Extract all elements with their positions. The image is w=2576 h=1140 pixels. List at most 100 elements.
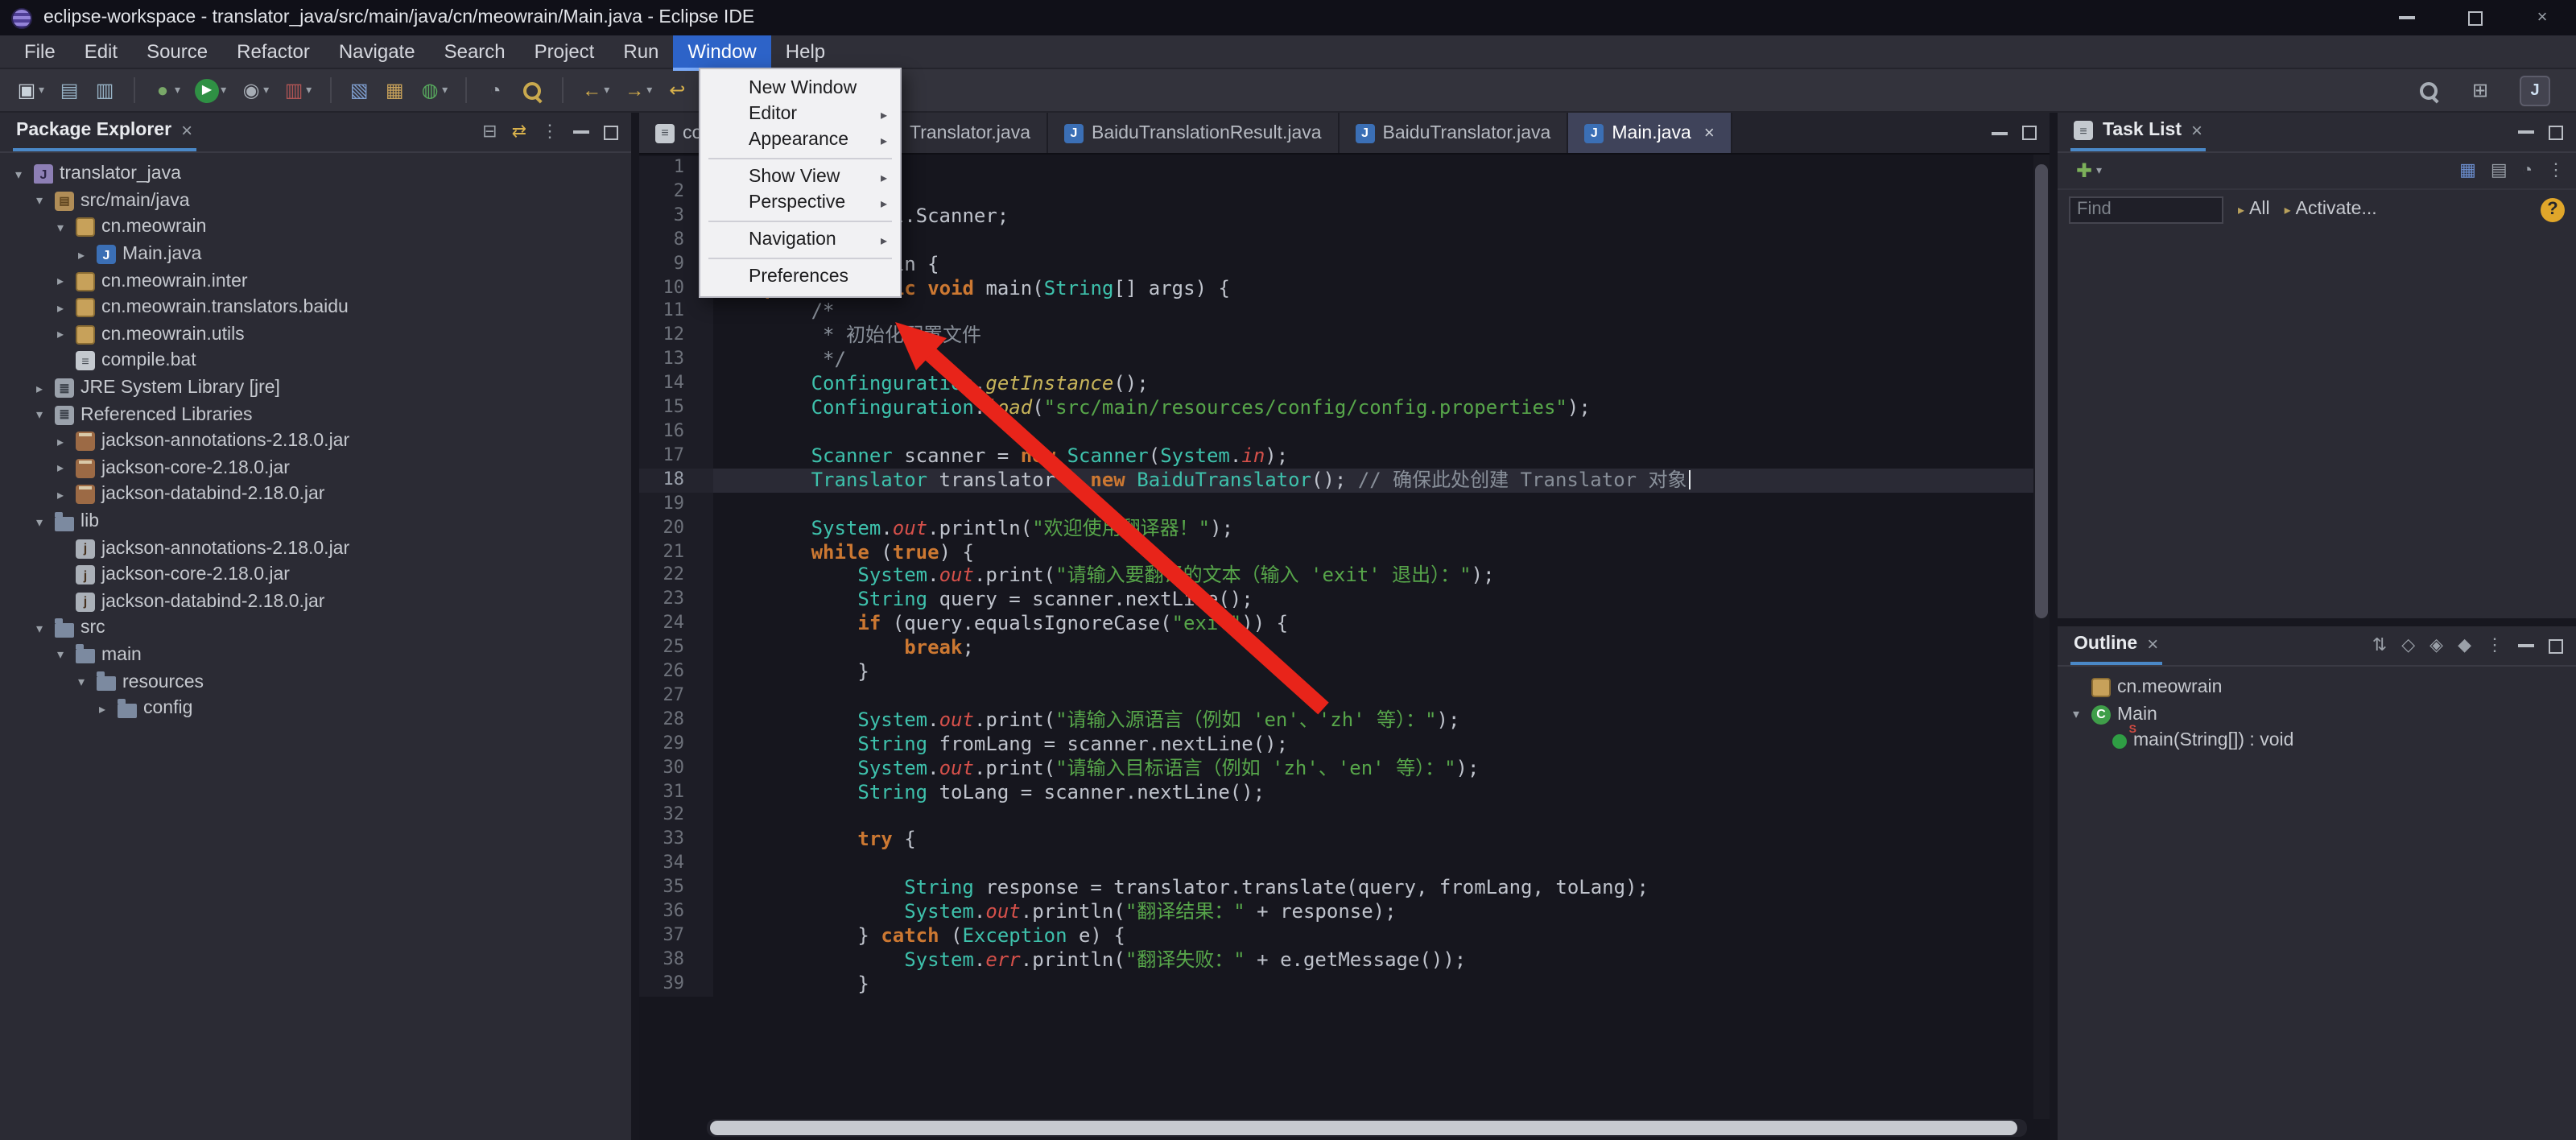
code-line[interactable]: 27 bbox=[639, 684, 2050, 708]
sort-button[interactable]: ⇅ bbox=[2372, 637, 2387, 655]
new-wizard-button[interactable]: ▣▾ bbox=[11, 77, 49, 103]
expand-arrow-icon[interactable]: ▾ bbox=[10, 167, 27, 182]
maximize-view-button[interactable] bbox=[604, 125, 618, 139]
menu-item-show-view[interactable]: Show View▸ bbox=[700, 164, 900, 190]
filter-all-button[interactable]: ▸ All bbox=[2238, 200, 2270, 219]
package-explorer-item[interactable]: ▾cn.meowrain bbox=[0, 214, 631, 241]
editor-horizontal-scrollbar[interactable] bbox=[707, 1119, 2027, 1137]
outline-item[interactable]: main(String[]) : void bbox=[2058, 728, 2576, 754]
menu-item-appearance[interactable]: Appearance▸ bbox=[700, 127, 900, 153]
package-explorer-item[interactable]: ▸jackson-databind-2.18.0.jar bbox=[0, 481, 631, 508]
code-line[interactable]: 29 String fromLang = scanner.nextLine(); bbox=[639, 733, 2050, 757]
new-java-project-button[interactable]: ▧ bbox=[344, 77, 374, 103]
save-button[interactable]: ▤ bbox=[54, 77, 85, 103]
focus-on-workweek-button[interactable]: ◔ bbox=[2522, 162, 2533, 180]
menubar-item-edit[interactable]: Edit bbox=[70, 35, 132, 68]
package-explorer-item[interactable]: jackson-annotations-2.18.0.jar bbox=[0, 535, 631, 562]
vertical-sash[interactable] bbox=[631, 113, 639, 1140]
last-edit-location-button[interactable]: ↩ bbox=[662, 77, 692, 103]
menubar-item-refactor[interactable]: Refactor bbox=[222, 35, 324, 68]
open-task-button[interactable]: ◔ bbox=[480, 77, 510, 103]
code-line[interactable]: 22 System.out.print("请输入要翻译的文本（输入 'exit'… bbox=[639, 564, 2050, 589]
menu-item-perspective[interactable]: Perspective▸ bbox=[700, 190, 900, 216]
code-line[interactable]: 11 /* bbox=[639, 300, 2050, 324]
new-task-button[interactable]: ✚▾ bbox=[2069, 158, 2107, 184]
link-with-editor-button[interactable]: ⇄ bbox=[512, 123, 526, 141]
hide-static-members-button[interactable]: ◈ bbox=[2429, 637, 2443, 655]
package-explorer-item[interactable]: ▾src bbox=[0, 615, 631, 642]
collapse-all-button[interactable]: ⊟ bbox=[482, 123, 497, 141]
expand-arrow-icon[interactable]: ▾ bbox=[2067, 708, 2085, 722]
expand-arrow-icon[interactable]: ▾ bbox=[31, 194, 48, 209]
categorized-button[interactable]: ▦ bbox=[2459, 162, 2476, 180]
scheduled-button[interactable]: ▤ bbox=[2491, 162, 2508, 180]
help-icon[interactable]: ? bbox=[2541, 197, 2565, 221]
expand-arrow-icon[interactable]: ▾ bbox=[31, 622, 48, 636]
code-line[interactable]: 35 String response = translator.translat… bbox=[639, 876, 2050, 900]
close-window-button[interactable]: × bbox=[2508, 0, 2576, 35]
package-explorer-item[interactable]: ▸Main.java bbox=[0, 242, 631, 268]
package-explorer-item[interactable]: ▾main bbox=[0, 642, 631, 668]
menubar-item-search[interactable]: Search bbox=[430, 35, 520, 68]
editor-tab-main.java[interactable]: Main.java× bbox=[1568, 113, 1732, 153]
package-explorer-view-tab[interactable]: Package Explorer × bbox=[13, 113, 196, 151]
outline-view-tab[interactable]: Outline × bbox=[2070, 626, 2161, 665]
vertical-sash[interactable] bbox=[2050, 113, 2058, 1140]
code-line[interactable]: 17 Scanner scanner = new Scanner(System.… bbox=[639, 444, 2050, 469]
code-line[interactable]: 25 break; bbox=[639, 636, 2050, 660]
package-explorer-item[interactable]: ▸JRE System Library [jre] bbox=[0, 375, 631, 402]
code-line[interactable]: 16 bbox=[639, 420, 2050, 444]
code-line[interactable]: 38 System.err.println("翻译失败：" + e.getMes… bbox=[639, 948, 2050, 973]
expand-arrow-icon[interactable]: ▸ bbox=[52, 488, 69, 502]
view-menu-button[interactable]: ⋮ bbox=[2547, 162, 2565, 180]
expand-arrow-icon[interactable]: ▸ bbox=[52, 328, 69, 342]
close-view-icon[interactable]: × bbox=[2147, 634, 2158, 654]
maximize-editor-button[interactable] bbox=[2022, 126, 2037, 140]
code-line[interactable]: 39 } bbox=[639, 973, 2050, 997]
close-view-icon[interactable]: × bbox=[2191, 121, 2202, 140]
run-button[interactable]: ▶▾ bbox=[190, 75, 231, 105]
code-line[interactable]: 33 try { bbox=[639, 828, 2050, 853]
expand-arrow-icon[interactable]: ▾ bbox=[52, 648, 69, 663]
maximize-view-button[interactable] bbox=[2549, 125, 2563, 139]
external-tools-button[interactable]: ◉▾ bbox=[236, 77, 274, 103]
close-tab-icon[interactable]: × bbox=[1704, 123, 1715, 142]
package-explorer-item[interactable]: jackson-core-2.18.0.jar bbox=[0, 562, 631, 589]
code-line[interactable]: 21 while (true) { bbox=[639, 540, 2050, 564]
save-all-button[interactable]: ▥ bbox=[89, 77, 120, 103]
expand-arrow-icon[interactable]: ▸ bbox=[31, 381, 48, 395]
expand-arrow-icon[interactable]: ▸ bbox=[52, 274, 69, 288]
minimize-view-button[interactable] bbox=[2518, 644, 2534, 647]
package-explorer-item[interactable]: ▾translator_java bbox=[0, 161, 631, 188]
code-line[interactable]: 24 if (query.equalsIgnoreCase("exit")) { bbox=[639, 612, 2050, 636]
code-line[interactable]: 36 System.out.println("翻译结果：" + response… bbox=[639, 900, 2050, 924]
code-line[interactable]: 19 bbox=[639, 492, 2050, 516]
menubar-item-project[interactable]: Project bbox=[520, 35, 609, 68]
menubar-item-source[interactable]: Source bbox=[132, 35, 222, 68]
code-editor[interactable]: 123⊕import java.util.Scanner;89public cl… bbox=[639, 155, 2050, 1140]
package-explorer-item[interactable]: ▸cn.meowrain.inter bbox=[0, 268, 631, 295]
code-line[interactable]: 13 */ bbox=[639, 349, 2050, 373]
package-explorer-item[interactable]: ▾src/main/java bbox=[0, 188, 631, 214]
package-explorer-item[interactable]: jackson-databind-2.18.0.jar bbox=[0, 589, 631, 615]
task-list-view-tab[interactable]: Task List × bbox=[2070, 113, 2206, 151]
menubar-item-navigate[interactable]: Navigate bbox=[324, 35, 430, 68]
forward-button[interactable]: →▾ bbox=[619, 77, 657, 103]
package-explorer-item[interactable]: ▾resources bbox=[0, 669, 631, 696]
horizontal-scroll-thumb[interactable] bbox=[710, 1121, 2017, 1135]
editor-tab-baidutranslationresult.java[interactable]: BaiduTranslationResult.java bbox=[1048, 113, 1340, 153]
search-flashlight-button[interactable] bbox=[515, 75, 549, 105]
new-package-button[interactable]: ▦ bbox=[379, 77, 410, 103]
package-explorer-item[interactable]: ▸config bbox=[0, 696, 631, 722]
view-menu-button[interactable]: ⋮ bbox=[2486, 637, 2504, 655]
coverage-button[interactable]: ▥▾ bbox=[279, 77, 316, 103]
close-view-icon[interactable]: × bbox=[181, 121, 192, 140]
package-explorer-item[interactable]: ▸cn.meowrain.utils bbox=[0, 321, 631, 348]
new-class-button[interactable]: ◍▾ bbox=[415, 77, 452, 103]
expand-arrow-icon[interactable]: ▾ bbox=[31, 407, 48, 422]
maximize-view-button[interactable] bbox=[2549, 638, 2563, 653]
code-line[interactable]: 30 System.out.print("请输入目标语言（例如 'zh'、'en… bbox=[639, 756, 2050, 780]
menu-item-new-window[interactable]: New Window bbox=[700, 76, 900, 101]
code-line[interactable]: 28 System.out.print("请输入源语言（例如 'en'、'zh'… bbox=[639, 708, 2050, 733]
package-explorer-item[interactable]: ▸jackson-core-2.18.0.jar bbox=[0, 455, 631, 481]
